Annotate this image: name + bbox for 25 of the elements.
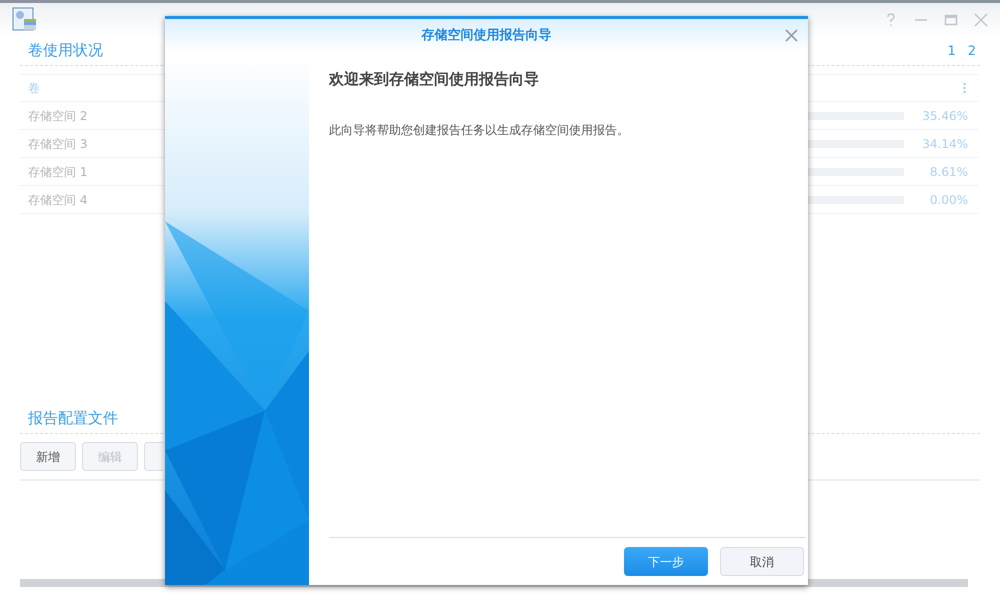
dialog-title: 存储空间使用报告向导 — [422, 26, 552, 45]
toolbar-button[interactable] — [144, 442, 163, 471]
table-cell-text: 存储空间 4 — [28, 192, 88, 208]
close-icon[interactable] — [974, 13, 988, 27]
column-menu-icon[interactable] — [963, 82, 966, 94]
wizard-description: 此向导将帮助您创建报告任务以生成存储空间使用报告。 — [329, 122, 630, 138]
table-cell-text: 存储空间 2 — [28, 108, 88, 124]
table-cell-text: 8.61% — [928, 164, 968, 180]
table-cell-text: 存储空间 3 — [28, 136, 88, 152]
wizard-heading: 欢迎来到存储空间使用报告向导 — [329, 69, 540, 90]
add-button[interactable]: 新增 — [20, 442, 76, 471]
close-icon[interactable] — [785, 29, 798, 42]
app-icon — [12, 7, 38, 33]
section-title: 报告配置文件 — [28, 408, 118, 428]
table-cell-text: 0.00% — [928, 192, 968, 208]
table-cell-text: 34.14% — [921, 136, 968, 152]
section-title: 卷使用状况 — [28, 40, 103, 60]
maximize-icon[interactable] — [944, 13, 958, 27]
table-cell-text: 35.46% — [921, 108, 968, 124]
column-header: 卷 — [28, 80, 40, 97]
page-link[interactable]: 1 — [947, 42, 956, 61]
table-cell-text: 存储空间 1 — [28, 164, 88, 180]
page-link[interactable]: 2 — [968, 42, 976, 61]
cancel-button[interactable]: 取消 — [720, 547, 804, 576]
next-button[interactable]: 下一步 — [624, 547, 708, 576]
